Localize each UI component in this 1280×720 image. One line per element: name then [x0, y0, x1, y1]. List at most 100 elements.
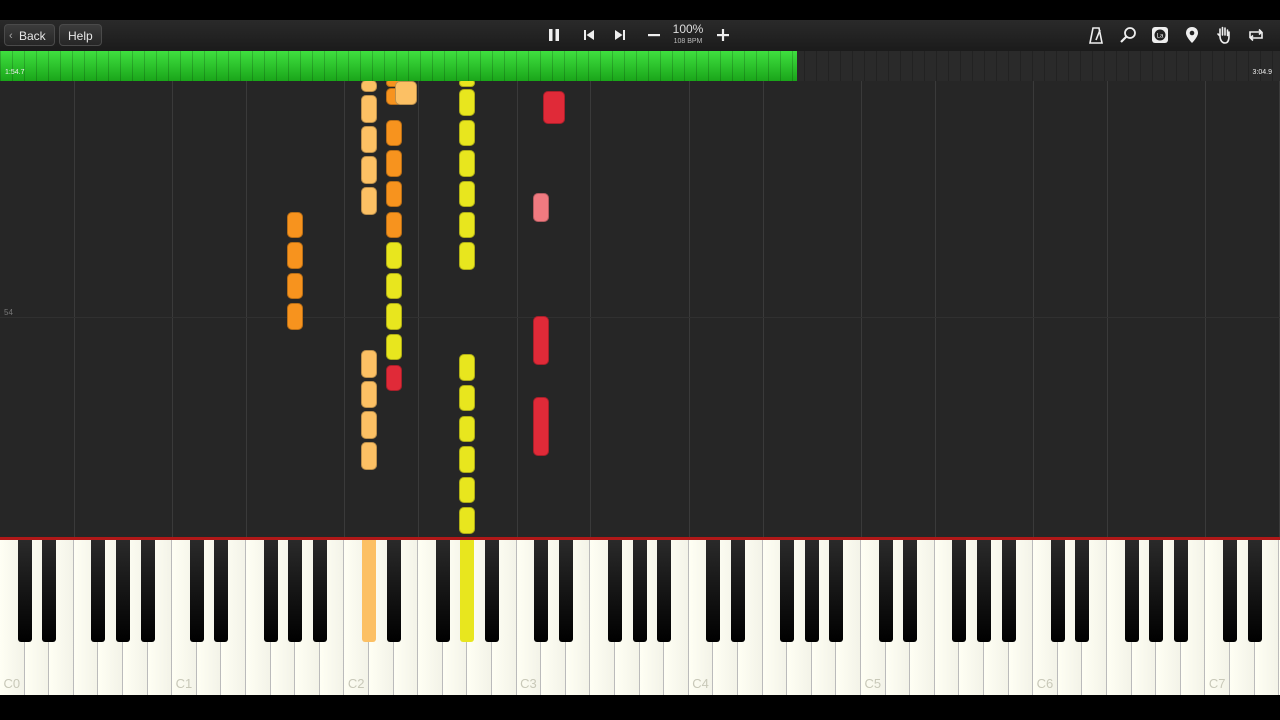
piano-key-fs3[interactable]: [608, 540, 622, 642]
piano-key-as0[interactable]: [140, 540, 155, 642]
note: [385, 119, 402, 147]
skip-forward-icon: [615, 30, 625, 40]
note: [361, 187, 377, 215]
piano-key-ds0[interactable]: [42, 540, 57, 642]
speed-increase-button[interactable]: [711, 24, 735, 46]
speed-decrease-button[interactable]: [642, 24, 666, 46]
octave-label: C4: [692, 676, 709, 691]
octave-label: C5: [864, 676, 882, 691]
note-labels-button[interactable]: La: [1148, 24, 1172, 46]
help-button[interactable]: Help: [59, 24, 102, 46]
loop-icon: [1249, 28, 1263, 42]
speed-percent: 100%: [672, 22, 704, 36]
pause-button[interactable]: [542, 24, 566, 46]
chevron-left-icon: ‹: [9, 30, 13, 42]
piano-key-ds4[interactable]: [731, 540, 745, 642]
piano-key-fs4[interactable]: [780, 540, 795, 642]
piano-key-fs5[interactable]: [952, 540, 967, 642]
note: [459, 211, 476, 239]
octave-label: C6: [1036, 676, 1054, 691]
piano-key-ds2[interactable]: [386, 540, 401, 642]
piano-key-ds1[interactable]: [214, 540, 229, 642]
octave-label: C0: [3, 676, 21, 691]
note: [361, 125, 377, 154]
note: [361, 350, 377, 378]
skip-back-icon: [584, 30, 594, 40]
piano-key-gs2[interactable]: [460, 540, 475, 642]
plus-icon: [717, 29, 729, 41]
piano-key-gs6[interactable]: [1149, 540, 1164, 642]
piano-key-cs7[interactable]: [1223, 540, 1237, 642]
back-button[interactable]: ‹ Back: [4, 24, 55, 46]
skip-forward-button[interactable]: [608, 24, 632, 46]
note: [361, 442, 377, 470]
top-toolbar: ‹ Back Help 100% 108 BPM La: [0, 20, 1280, 51]
octave-label: C3: [520, 676, 537, 691]
piano-key-gs3[interactable]: [632, 540, 647, 642]
note: [385, 180, 402, 208]
note: [385, 333, 402, 361]
note: [459, 119, 476, 147]
hand-button[interactable]: [1212, 24, 1236, 46]
note: [459, 384, 476, 412]
piano-key-ds5[interactable]: [903, 540, 918, 642]
svg-text:La: La: [1157, 34, 1164, 40]
note: [459, 180, 476, 208]
progress-bar[interactable]: [0, 51, 1280, 81]
hand-icon: [1217, 26, 1230, 44]
piano-key-cs0[interactable]: [17, 540, 32, 642]
piano-key-cs6[interactable]: [1050, 540, 1065, 642]
note: [361, 156, 377, 184]
piano-key-gs0[interactable]: [116, 540, 130, 642]
note: [385, 150, 402, 177]
piano-key-as5[interactable]: [1001, 540, 1016, 642]
piano-key-ds7[interactable]: [1247, 540, 1262, 642]
loop-button[interactable]: [1244, 24, 1268, 46]
piano-key-gs5[interactable]: [977, 540, 991, 642]
metronome-button[interactable]: [1084, 24, 1108, 46]
back-button-label: Back: [19, 29, 46, 43]
piano-key-cs4[interactable]: [706, 540, 721, 642]
piano-keyboard[interactable]: C0 C1 C2 C3 C4 C5 C6 C7: [0, 540, 1280, 695]
piano-key-as2[interactable]: [485, 540, 499, 642]
total-time: 3:04.9: [1252, 69, 1272, 76]
piano-key-as6[interactable]: [1173, 540, 1188, 642]
note: [533, 397, 550, 457]
speed-display: 100% 108 BPM: [666, 22, 710, 47]
note: [287, 272, 304, 300]
piano-key-as4[interactable]: [829, 540, 844, 642]
speed-bpm: 108 BPM: [673, 38, 703, 45]
piano-key-as1[interactable]: [312, 540, 327, 642]
note: [459, 150, 476, 177]
octave-label: C7: [1208, 676, 1226, 691]
note: [459, 89, 476, 116]
piano-key-fs1[interactable]: [263, 540, 278, 642]
skip-back-button[interactable]: [577, 24, 601, 46]
piano-key-fs0[interactable]: [91, 540, 106, 642]
label-icon: La: [1152, 27, 1168, 43]
piano-key-fs6[interactable]: [1124, 540, 1139, 642]
piano-key-cs1[interactable]: [189, 540, 204, 642]
piano-key-ds3[interactable]: [558, 540, 573, 642]
piano-key-cs3[interactable]: [534, 540, 549, 642]
note: [385, 211, 402, 239]
search-button[interactable]: [1116, 24, 1140, 46]
note: [287, 303, 304, 330]
octave-label: C2: [347, 676, 365, 691]
piano-key-as3[interactable]: [657, 540, 672, 642]
piano-roll: 54: [0, 81, 1280, 537]
piano-key-ds6[interactable]: [1075, 540, 1090, 642]
note: [385, 364, 402, 392]
piano-key-cs2[interactable]: [362, 540, 376, 642]
pause-icon: [549, 29, 559, 41]
piano-key-gs1[interactable]: [288, 540, 303, 642]
note: [287, 211, 304, 239]
piano-key-fs2[interactable]: [435, 540, 450, 642]
bookmark-button[interactable]: [1180, 24, 1204, 46]
minus-icon: [648, 34, 660, 37]
note: [533, 193, 550, 222]
piano-key-cs5[interactable]: [878, 540, 893, 642]
help-button-label: Help: [68, 29, 93, 43]
note: [459, 507, 476, 534]
piano-key-gs4[interactable]: [804, 540, 819, 642]
